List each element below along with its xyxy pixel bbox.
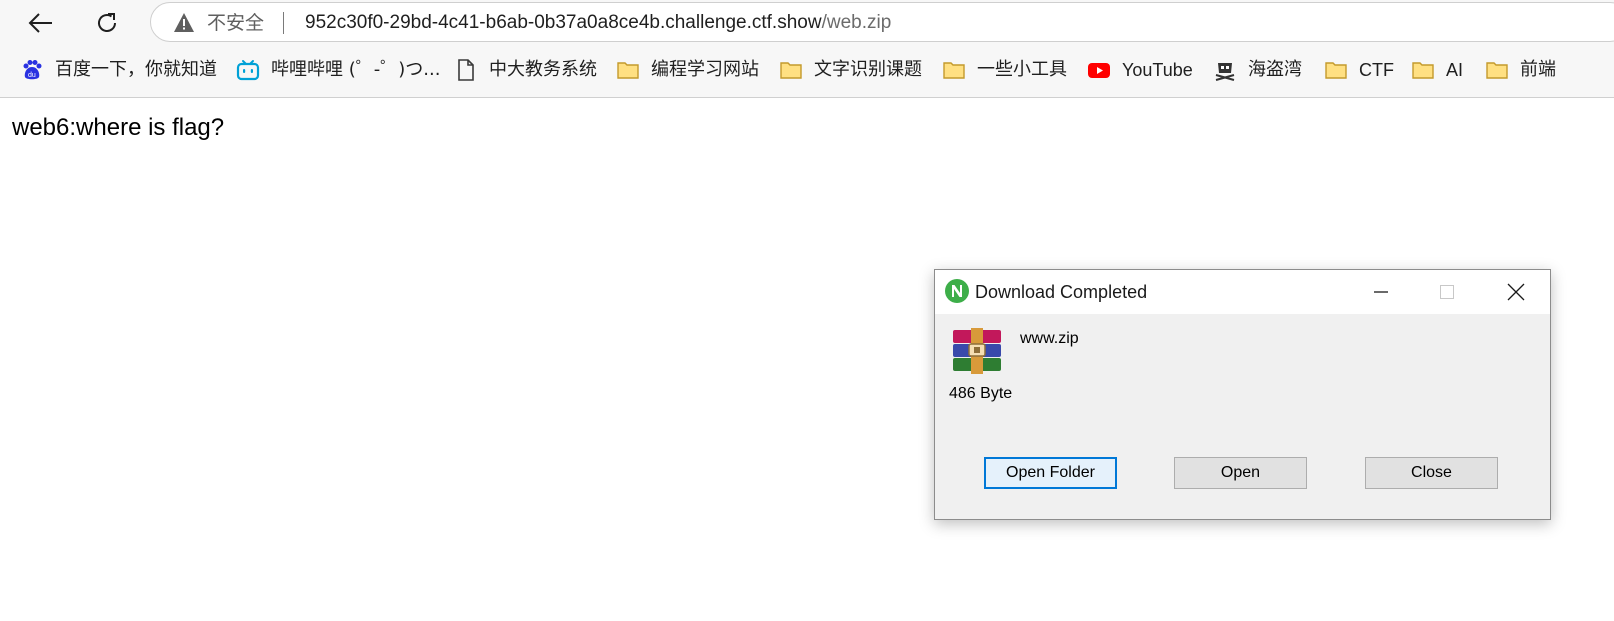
bookmark-label: 前端 bbox=[1520, 59, 1556, 80]
bookmark-folder-programming[interactable]: 编程学习网站 bbox=[616, 56, 759, 84]
svg-text:du: du bbox=[28, 72, 36, 79]
bookmark-label: 海盗湾 bbox=[1248, 59, 1302, 80]
bilibili-icon bbox=[236, 58, 260, 82]
bookmark-label: 文字识别课题 bbox=[814, 59, 922, 80]
security-status-label[interactable]: 不安全 bbox=[207, 12, 264, 34]
youtube-icon bbox=[1087, 58, 1111, 82]
minimize-button[interactable] bbox=[1351, 270, 1411, 314]
maximize-icon bbox=[1440, 285, 1454, 299]
minimize-icon bbox=[1374, 291, 1388, 293]
bookmark-label: AI bbox=[1446, 60, 1464, 80]
bookmark-label: 中大教务系统 bbox=[489, 59, 597, 80]
dialog-title: Download Completed bbox=[975, 282, 1148, 302]
maximize-button[interactable] bbox=[1417, 270, 1477, 314]
warning-icon[interactable] bbox=[173, 12, 195, 34]
bookmark-label: 百度一下，你就知道 bbox=[55, 59, 217, 80]
page-heading: web6:where is flag? bbox=[12, 114, 225, 141]
close-button[interactable]: Close bbox=[1365, 457, 1498, 489]
bookmark-label: 编程学习网站 bbox=[651, 59, 759, 80]
address-bar[interactable]: 不安全 952c30f0-29bd-4c41-b6ab-0b37a0a8ce4b… bbox=[150, 2, 1614, 42]
window-close-button[interactable] bbox=[1486, 270, 1546, 314]
bookmark-piratebay[interactable]: 海盗湾 bbox=[1213, 56, 1302, 84]
app-logo-icon bbox=[945, 279, 969, 303]
back-button[interactable] bbox=[22, 4, 60, 42]
folder-icon bbox=[1485, 58, 1509, 82]
bookmark-folder-ocr[interactable]: 文字识别课题 bbox=[779, 56, 922, 84]
folder-icon bbox=[1324, 58, 1348, 82]
baidu-icon: du bbox=[20, 58, 44, 82]
file-size: 486 Byte bbox=[949, 385, 1013, 402]
bookmarks-bar: du 百度一下，你就知道 哔哩哔哩 (゜-゜)つ... 中大教务系统 编程学习网… bbox=[0, 46, 1614, 98]
bookmark-label: 哔哩哔哩 (゜-゜)つ... bbox=[271, 59, 441, 80]
file-name: www.zip bbox=[1020, 330, 1079, 347]
url-text[interactable]: 952c30f0-29bd-4c41-b6ab-0b37a0a8ce4b.cha… bbox=[305, 12, 891, 34]
bookmark-label: CTF bbox=[1359, 60, 1394, 80]
folder-icon bbox=[779, 58, 803, 82]
page-icon bbox=[454, 58, 478, 82]
reload-icon bbox=[98, 13, 116, 32]
bookmark-bilibili[interactable]: 哔哩哔哩 (゜-゜)つ... bbox=[236, 56, 440, 84]
url-host: 952c30f0-29bd-4c41-b6ab-0b37a0a8ce4b.cha… bbox=[305, 12, 822, 33]
dialog-titlebar[interactable]: Download Completed bbox=[935, 270, 1550, 314]
zip-archive-icon bbox=[953, 328, 1001, 374]
bookmark-label: 一些小工具 bbox=[977, 59, 1067, 80]
bookmark-folder-ctf[interactable]: CTF bbox=[1324, 56, 1394, 84]
open-folder-button[interactable]: Open Folder bbox=[984, 457, 1117, 489]
pirate-icon bbox=[1213, 58, 1237, 82]
bookmark-folder-tools[interactable]: 一些小工具 bbox=[942, 56, 1067, 84]
bookmark-label: YouTube bbox=[1122, 60, 1193, 80]
back-arrow-icon bbox=[28, 13, 52, 33]
reload-button[interactable] bbox=[88, 4, 126, 42]
bookmark-folder-ai[interactable]: AI bbox=[1411, 56, 1463, 84]
address-separator bbox=[283, 12, 284, 34]
bookmark-folder-frontend[interactable]: 前端 bbox=[1485, 56, 1556, 84]
browser-toolbar: 不安全 952c30f0-29bd-4c41-b6ab-0b37a0a8ce4b… bbox=[0, 0, 1614, 46]
close-icon bbox=[1507, 283, 1525, 301]
url-path: /web.zip bbox=[821, 12, 892, 33]
bookmark-baidu[interactable]: du 百度一下，你就知道 bbox=[20, 56, 217, 84]
bookmark-page[interactable]: 中大教务系统 bbox=[454, 56, 597, 84]
folder-icon bbox=[942, 58, 966, 82]
download-completed-dialog: Download Completed www.zip 486 Byte Open… bbox=[934, 269, 1551, 520]
folder-icon bbox=[616, 58, 640, 82]
open-button[interactable]: Open bbox=[1174, 457, 1307, 489]
bookmark-youtube[interactable]: YouTube bbox=[1087, 56, 1193, 84]
folder-icon bbox=[1411, 58, 1435, 82]
